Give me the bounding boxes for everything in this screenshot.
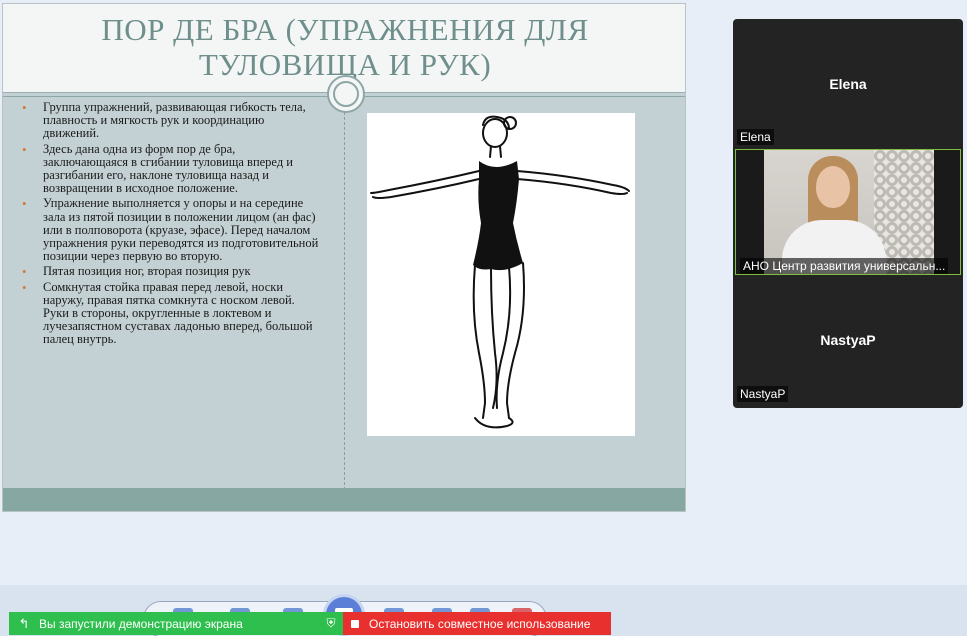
arrow-icon[interactable]: ↰ [9, 616, 39, 632]
bullet-item: • Группа упражнений, развивающая гибкость… [21, 100, 321, 141]
stop-sharing-button[interactable]: Остановить совместное использование [343, 612, 611, 635]
participant-label: АНО Центр развития универсальн... [740, 258, 949, 274]
dancer-figure-icon [370, 115, 630, 429]
video-feed [764, 150, 934, 274]
bullet-item: • Пятая позиция ног, вторая позиция рук [21, 264, 321, 280]
bullet-item: • Здесь дана одна из форм пор де бра, зак… [21, 141, 321, 196]
bullet-text: Группа упражнений, развивающая гибкость … [43, 100, 306, 141]
bullet-icon: • [22, 279, 27, 295]
person-head [816, 166, 850, 208]
stop-icon [351, 619, 359, 628]
stop-sharing-label: Остановить совместное использование [369, 616, 591, 631]
presentation-slide: ПОР ДЕ БРА (УПРАЖНЕНИЯ ДЛЯ ТУЛОВИЩА И РУ… [2, 3, 686, 512]
slide-title-line-1: ПОР ДЕ БРА (УПРАЖНЕНИЯ ДЛЯ [101, 12, 589, 47]
slide-footer-band [3, 488, 685, 511]
bullet-icon: • [22, 196, 27, 212]
participant-tile-nastyap[interactable]: NastyaP NastyaP [733, 277, 963, 408]
column-divider [344, 112, 345, 490]
bullet-text: Пятая позиция ног, вторая позиция рук [43, 264, 251, 279]
bullet-list: • Группа упражнений, развивающая гибкость… [21, 100, 321, 349]
decorative-circle-icon [327, 75, 365, 113]
participant-tile-elena[interactable]: Elena Elena [733, 19, 963, 149]
screen-share-status-bar: ↰ Вы запустили демонстрацию экрана ⛨ [9, 612, 343, 635]
bullet-icon: • [22, 141, 27, 157]
bullet-icon: • [22, 264, 27, 280]
share-status-text: Вы запустили демонстрацию экрана [39, 616, 243, 631]
bullet-item: • Упражнение выполняется у опоры и на сер… [21, 197, 321, 263]
participant-label: Elena [737, 129, 774, 145]
participant-name: Elena [829, 76, 867, 92]
shield-check-icon: ⛨ [326, 616, 336, 630]
slide-title: ПОР ДЕ БРА (УПРАЖНЕНИЯ ДЛЯ ТУЛОВИЩА И РУ… [3, 12, 685, 82]
bullet-item: • Сомкнутая стойка правая перед левой, но… [21, 279, 321, 347]
bullet-text: Упражнение выполняется у опоры и на сере… [43, 196, 319, 264]
participants-panel: Elena Elena АНО Центр развития универсал… [733, 19, 963, 408]
bullet-text: Сомкнутая стойка правая перед левой, нос… [43, 279, 313, 347]
participant-name: NastyaP [820, 332, 876, 348]
bullet-icon: • [22, 100, 27, 115]
bullet-text: Здесь дана одна из форм пор де бра, закл… [43, 141, 293, 196]
participant-tile-video[interactable]: АНО Центр развития универсальн... [735, 149, 961, 275]
participant-label: NastyaP [737, 386, 789, 402]
dancer-illustration [367, 113, 635, 436]
